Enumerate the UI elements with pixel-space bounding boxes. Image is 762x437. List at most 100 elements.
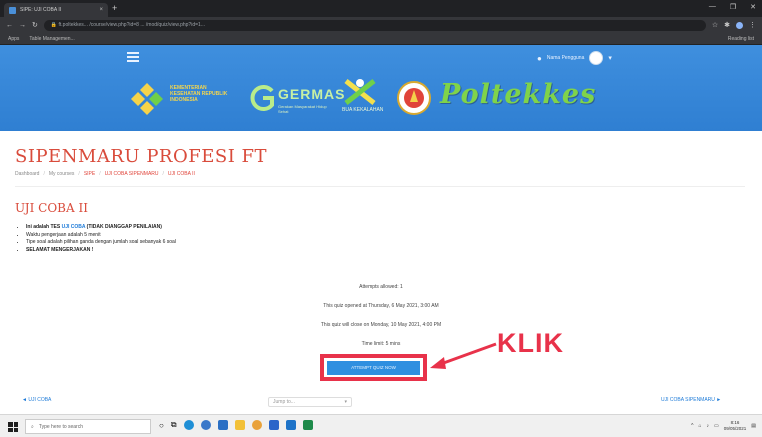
close-window-button[interactable]: ✕	[750, 3, 756, 11]
quiz-title: UJI COBA II	[15, 201, 88, 215]
star-icon[interactable]: ☆	[712, 21, 718, 29]
breadcrumb: Dashboard / My courses / SIPE / UJI COBA SI…	[15, 171, 195, 177]
maximize-button[interactable]: ❐	[730, 3, 736, 11]
browser-icon[interactable]	[251, 420, 262, 430]
user-menu[interactable]: ● Nama Pengguna ▾	[537, 51, 612, 65]
edge-icon[interactable]	[183, 420, 194, 430]
attempt-quiz-button[interactable]: ATTEMPT QUIZ NOW	[327, 360, 420, 375]
battery-icon[interactable]: ▭	[714, 423, 719, 429]
bookmarks-bar: Apps Table Managemen... Reading list	[0, 33, 762, 45]
bell-icon[interactable]: ●	[537, 54, 542, 63]
people-mark-icon	[344, 79, 376, 105]
forward-icon[interactable]: →	[19, 22, 26, 29]
widgets-icon[interactable]: ⧉	[171, 420, 177, 430]
outlook-icon[interactable]	[285, 420, 296, 430]
quiz-close-date: This quiz will close on Monday, 10 May 2…	[320, 322, 442, 328]
clock[interactable]: 8:16 09/05/2021	[724, 420, 747, 432]
task-view-icon[interactable]: ○	[159, 421, 164, 430]
divider	[15, 186, 745, 187]
chevron-down-icon: ▾	[344, 399, 347, 405]
url-text: ft.poltekkes... /course/view.php?id=8 ..…	[58, 22, 205, 28]
windows-start-icon[interactable]	[8, 422, 18, 432]
poltekkes-logo: Poltekkes	[440, 79, 597, 110]
chrome-icon[interactable]	[200, 420, 211, 430]
tray-chevron-icon[interactable]: ^	[691, 423, 693, 429]
quiz-info: Attempts allowed: 1 This quiz opened at …	[0, 284, 762, 360]
file-explorer-icon[interactable]	[234, 420, 245, 430]
attempt-highlight-box: ATTEMPT QUIZ NOW	[320, 354, 427, 381]
address-bar-row: ← → ↻ 🔒 ft.poltekkes... /course/view.php…	[0, 17, 762, 33]
notification-icon[interactable]: ▤	[751, 423, 756, 429]
reload-icon[interactable]: ↻	[32, 21, 38, 29]
tab-close-icon[interactable]: ×	[99, 7, 103, 13]
breadcrumb-current[interactable]: UJI COBA II	[168, 171, 195, 177]
browser-tab-bar: SIPE: UJI COBA II × + — ❐ ✕	[0, 0, 762, 17]
breadcrumb-separator: /	[99, 171, 101, 177]
next-activity-link[interactable]: UJI COBA SIPENMARU ►	[661, 397, 721, 403]
breadcrumb-separator: /	[162, 171, 164, 177]
browser-tab[interactable]: SIPE: UJI COBA II ×	[4, 3, 108, 17]
kemenkes-mark-icon	[131, 83, 163, 115]
site-header: ● Nama Pengguna ▾ KEMENTERIAN KESEHATAN …	[0, 45, 762, 131]
breadcrumb-separator: /	[78, 171, 80, 177]
excel-icon[interactable]	[302, 420, 313, 430]
taskbar-search-placeholder: Type here to search	[38, 423, 84, 430]
extension-icon[interactable]: ✱	[724, 21, 730, 29]
page-title: SIPENMARU PROFESI FT	[15, 146, 268, 167]
germas-subtitle: Gerakan Masyarakat Hidup Sehat	[278, 104, 327, 114]
extensions-area: ☆ ✱ ⋮	[712, 21, 756, 29]
system-tray: ^ ⌂ ♪ ▭ 8:16 09/05/2021 ▤	[691, 420, 756, 432]
previous-activity-link[interactable]: ◄ UJI COBA	[22, 397, 51, 403]
breadcrumb-course[interactable]: SIPE	[84, 171, 95, 177]
germas-text: GERMAS	[278, 86, 346, 102]
profile-icon[interactable]	[736, 21, 743, 29]
back-icon[interactable]: ←	[6, 22, 13, 29]
healthy-logo-text: BUA KEKALAHAN	[342, 107, 384, 113]
taskbar-search-input[interactable]: ⌕ Type here to search	[25, 419, 151, 434]
logo-strip: KEMENTERIAN KESEHATAN REPUBLIK INDONESIA…	[0, 71, 762, 123]
avatar[interactable]	[589, 51, 604, 65]
germas-mark-icon	[250, 85, 274, 111]
healthy-logo: BUA KEKALAHAN	[340, 77, 384, 119]
jump-to-label: Jump to...	[273, 399, 295, 405]
klik-annotation: KLIK	[497, 328, 564, 358]
url-field[interactable]: 🔒 ft.poltekkes... /course/view.php?id=8 …	[43, 19, 706, 31]
pinned-apps: ○ ⧉	[159, 420, 313, 430]
store-icon[interactable]	[217, 420, 228, 430]
breadcrumb-separator: /	[43, 171, 45, 177]
emblem-seal-icon	[397, 81, 431, 115]
window-controls: — ❐ ✕	[709, 3, 756, 11]
network-icon[interactable]: ⌂	[698, 423, 701, 429]
emblem-logo	[397, 79, 431, 117]
clock-date: 09/05/2021	[723, 426, 747, 431]
chevron-down-icon: ▾	[608, 55, 612, 62]
windows-taskbar: ⌕ Type here to search ○ ⧉ ^ ⌂ ♪ ▭ 8:16 0…	[0, 414, 762, 437]
user-name: Nama Pengguna	[546, 55, 585, 61]
quiz-description: Ini adalah TES UJI COBA (TIDAK DIANGGAP …	[20, 224, 176, 254]
bookmark-apps[interactable]: Apps	[8, 36, 19, 42]
volume-icon[interactable]: ♪	[707, 423, 710, 429]
list-item: SELAMAT MENGERJAKAN !	[26, 247, 176, 255]
reading-list[interactable]: Reading list	[728, 36, 754, 42]
word-icon[interactable]	[268, 420, 279, 430]
breadcrumb-dashboard[interactable]: Dashboard	[15, 171, 39, 177]
quiz-open-date: This quiz opened at Thursday, 6 May 2021…	[323, 303, 439, 309]
tab-favicon-icon	[9, 6, 16, 14]
kemenkes-logo: KEMENTERIAN KESEHATAN REPUBLIK INDONESIA	[128, 77, 238, 119]
jump-to-select[interactable]: Jump to... ▾	[268, 397, 352, 407]
list-item: Ini adalah TES UJI COBA (TIDAK DIANGGAP …	[26, 224, 176, 232]
menu-kebab-icon[interactable]: ⋮	[749, 21, 756, 29]
annotation-arrow-icon	[430, 342, 497, 369]
menu-hamburger-icon[interactable]	[127, 52, 139, 64]
bookmark-table-management[interactable]: Table Managemen...	[29, 36, 74, 42]
list-item: Waktu pengerjaan adalah 5 menit	[26, 232, 176, 240]
minimize-button[interactable]: —	[709, 3, 716, 11]
attempts-allowed: Attempts allowed: 1	[359, 284, 403, 290]
list-item: Tipe soal adalah pilihan ganda dengan ju…	[26, 239, 176, 247]
breadcrumb-section[interactable]: UJI COBA SIPENMARU	[105, 171, 159, 177]
search-icon: ⌕	[31, 423, 34, 430]
new-tab-button[interactable]: +	[112, 3, 117, 13]
tab-title: SIPE: UJI COBA II	[20, 7, 62, 13]
kemenkes-text: KEMENTERIAN KESEHATAN REPUBLIK INDONESIA	[170, 85, 228, 103]
breadcrumb-my-courses[interactable]: My courses	[49, 171, 75, 177]
